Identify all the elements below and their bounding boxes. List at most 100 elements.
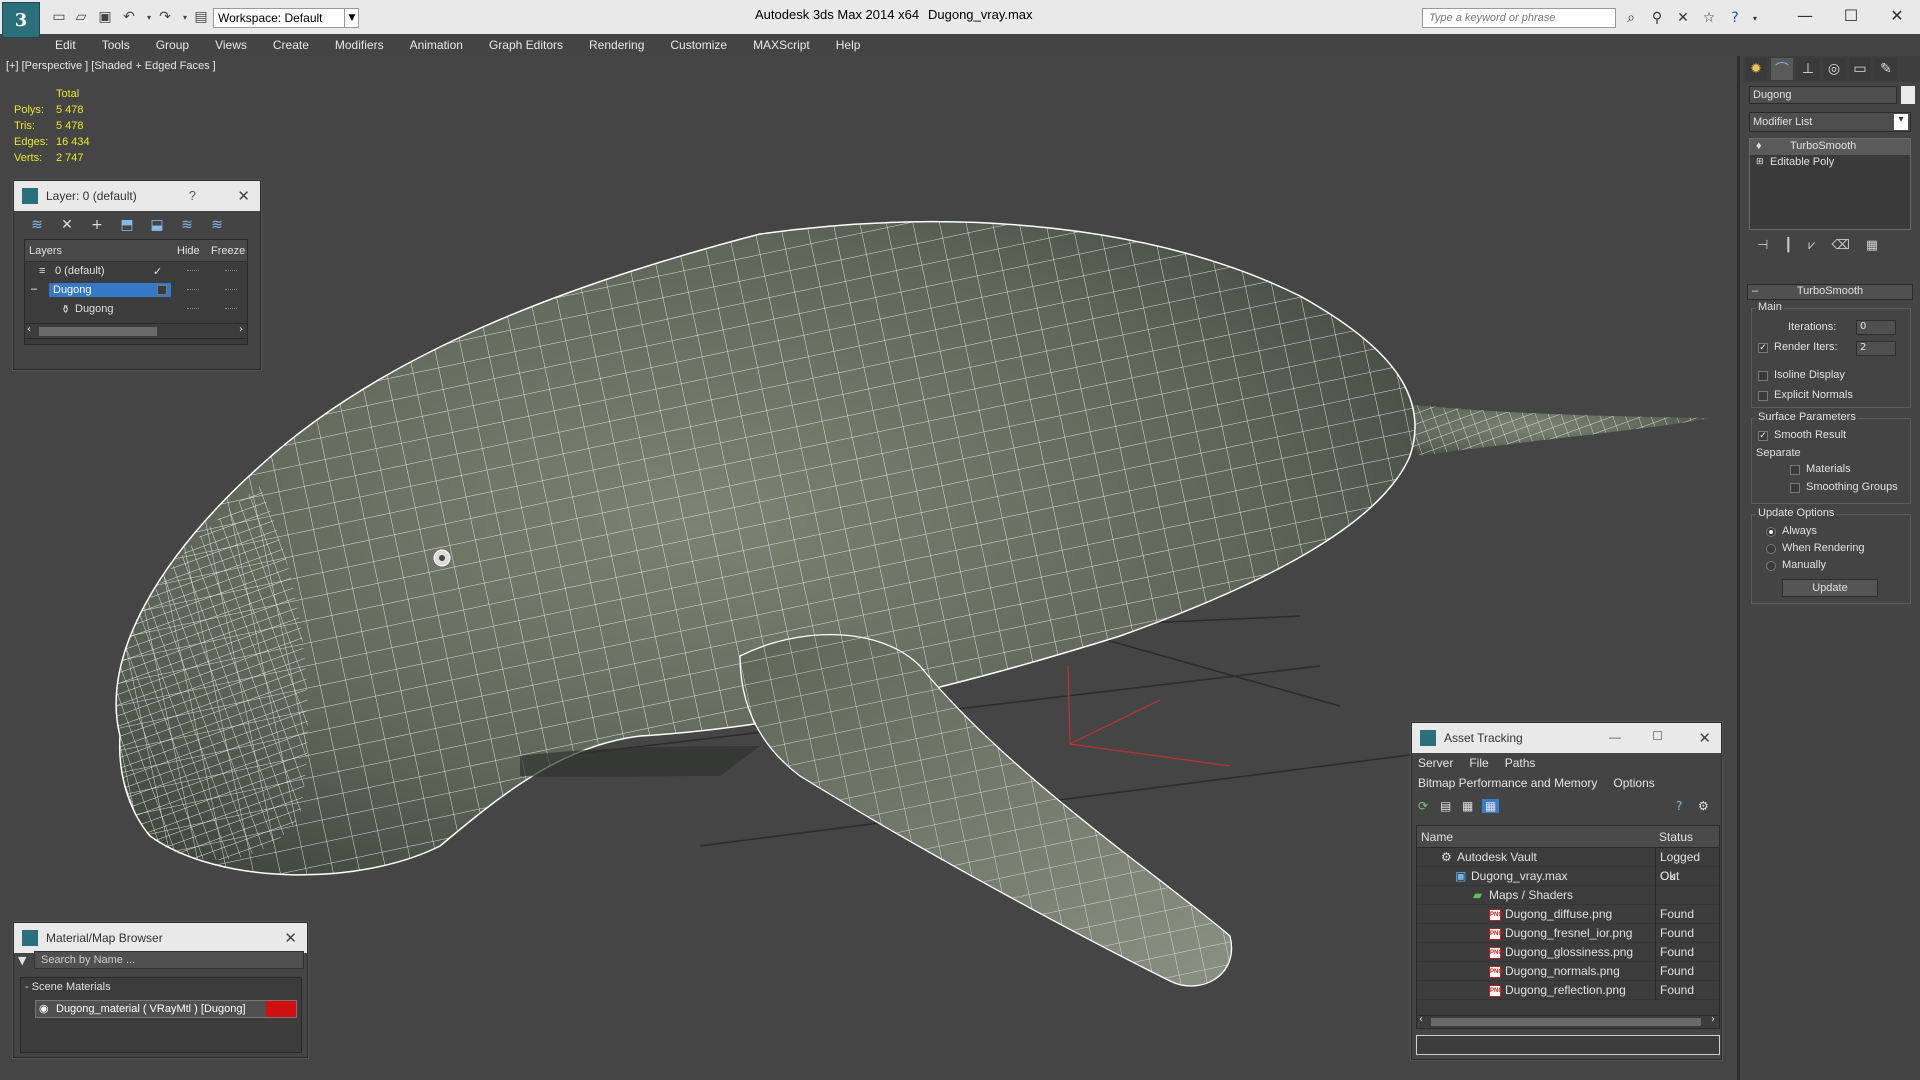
scroll-left-icon[interactable]: ‹ <box>1419 1014 1423 1025</box>
column-name[interactable]: Name <box>1421 830 1453 844</box>
asset-row[interactable]: PNG Dugong_reflection.png Found <box>1417 981 1719 1000</box>
smoothing-groups-checkbox[interactable] <box>1790 483 1800 493</box>
object-name-field[interactable]: Dugong <box>1749 86 1897 104</box>
asset-row[interactable]: ▰ Maps / Shaders <box>1417 886 1719 905</box>
tree-view-icon[interactable]: ▦ <box>1462 799 1473 813</box>
hide-toggle[interactable] <box>187 270 199 271</box>
new-file-icon[interactable]: ▭ <box>50 8 68 26</box>
configure-sets-icon[interactable]: ▦ <box>1866 238 1878 260</box>
scroll-thumb[interactable] <box>1431 1018 1701 1026</box>
communication-icon[interactable]: ✕ <box>1672 8 1694 28</box>
hierarchy-tab-icon[interactable]: ⊥ <box>1797 58 1819 80</box>
help-icon[interactable]: ? <box>1724 8 1746 28</box>
hide-all-icon[interactable]: ≋ <box>206 215 228 235</box>
menu-customize[interactable]: Customize <box>657 38 740 52</box>
column-hide[interactable]: Hide <box>177 245 200 257</box>
close-icon[interactable]: ✕ <box>284 929 297 947</box>
select-objects-icon[interactable]: ⬓ <box>146 215 168 235</box>
help-icon[interactable]: ? <box>1676 799 1682 813</box>
menu-create[interactable]: Create <box>260 38 322 52</box>
turbosmooth-rollout-header[interactable]: – TurboSmooth <box>1747 284 1913 300</box>
scroll-left-icon[interactable]: ‹ <box>27 324 31 335</box>
asset-row[interactable]: PNG Dugong_fresnel_ior.png Found <box>1417 924 1719 943</box>
expand-icon[interactable]: ⊞ <box>1756 156 1764 167</box>
checkmark-icon[interactable]: ✓ <box>153 265 162 278</box>
open-file-icon[interactable]: ▱ <box>72 8 90 26</box>
when-rendering-radio[interactable] <box>1766 544 1776 554</box>
modify-tab-icon[interactable]: ⌒ <box>1771 58 1793 80</box>
asset-horizontal-scrollbar[interactable]: ‹ › <box>1416 1014 1720 1029</box>
scene-materials-header[interactable]: - Scene Materials <box>25 981 111 993</box>
highlight-layer-icon[interactable]: ≋ <box>176 215 198 235</box>
add-selection-icon[interactable]: ⬒ <box>116 215 138 235</box>
subscription-icon[interactable]: ⚲ <box>1646 8 1668 28</box>
update-button[interactable]: Update <box>1782 579 1878 597</box>
maximize-icon[interactable]: ☐ <box>1652 729 1663 743</box>
expand-icon[interactable]: – <box>31 283 37 295</box>
always-radio[interactable] <box>1766 527 1776 537</box>
material-browser-title-bar[interactable]: Material/Map Browser ✕ <box>14 923 307 953</box>
motion-tab-icon[interactable]: ◎ <box>1823 58 1845 80</box>
menu-graph-editors[interactable]: Graph Editors <box>476 38 576 52</box>
menu-paths[interactable]: Paths <box>1505 756 1536 770</box>
menu-group[interactable]: Group <box>143 38 202 52</box>
menu-maxscript[interactable]: MAXScript <box>740 38 823 52</box>
close-button[interactable]: ✕ <box>1874 2 1920 28</box>
settings-icon[interactable]: ⚙ <box>1698 799 1709 813</box>
list-view-icon[interactable]: ▤ <box>1440 799 1451 813</box>
menu-help[interactable]: Help <box>823 38 874 52</box>
show-end-result-icon[interactable]: ┃ <box>1784 238 1792 260</box>
stack-item-editable-poly[interactable]: ⊞ Editable Poly <box>1750 155 1910 171</box>
display-tab-icon[interactable]: ▭ <box>1849 58 1871 80</box>
delete-layer-icon[interactable]: ✕ <box>56 215 78 235</box>
help-icon[interactable]: ? <box>189 188 196 203</box>
materials-checkbox[interactable] <box>1790 465 1800 475</box>
material-search-input[interactable]: Search by Name ... <box>34 951 304 969</box>
layer-row[interactable]: ≡ 0 (default) ✓ <box>25 262 247 281</box>
lightbulb-icon[interactable]: ♦ <box>1756 140 1762 152</box>
undo-icon[interactable]: ↶ <box>120 8 138 26</box>
close-icon[interactable]: ✕ <box>237 187 250 205</box>
active-layer-checkbox[interactable] <box>157 285 167 295</box>
app-menu-button[interactable]: 3 <box>2 2 40 38</box>
column-status[interactable]: Status <box>1659 830 1693 844</box>
asset-row[interactable]: PNG Dugong_normals.png Found <box>1417 962 1719 981</box>
maximize-button[interactable]: ☐ <box>1828 2 1874 28</box>
redo-icon[interactable]: ↷ <box>156 8 174 26</box>
hide-toggle[interactable] <box>187 308 199 309</box>
menu-views[interactable]: Views <box>202 38 260 52</box>
freeze-toggle[interactable] <box>225 289 237 290</box>
menu-server[interactable]: Server <box>1418 756 1453 770</box>
asset-row[interactable]: ▣ Dugong_vray.max Ok <box>1417 867 1719 886</box>
minimize-button[interactable]: — <box>1782 2 1828 28</box>
table-view-icon[interactable]: ▦ <box>1482 799 1500 813</box>
horizontal-scrollbar[interactable]: ‹ › <box>24 323 248 339</box>
asset-row[interactable]: PNG Dugong_glossiness.png Found <box>1417 943 1719 962</box>
favorites-star-icon[interactable]: ☆ <box>1698 8 1720 28</box>
menu-bitmap-performance[interactable]: Bitmap Performance and Memory <box>1418 776 1597 790</box>
asset-tracking-title-bar[interactable]: Asset Tracking — ☐ ✕ <box>1412 723 1721 753</box>
binoculars-icon[interactable]: ⌕ <box>1620 8 1642 28</box>
menu-rendering[interactable]: Rendering <box>576 38 657 52</box>
minimize-icon[interactable]: — <box>1609 730 1621 744</box>
layer-properties-icon[interactable]: ≋ <box>26 215 48 235</box>
menu-options[interactable]: Options <box>1613 776 1654 790</box>
pin-stack-icon[interactable]: ⊣ <box>1757 238 1768 260</box>
layer-row[interactable]: ⚱ Dugong <box>25 300 247 319</box>
column-freeze[interactable]: Freeze <box>211 245 245 257</box>
manually-radio[interactable] <box>1766 561 1776 571</box>
create-layer-icon[interactable]: + <box>86 215 108 235</box>
chevron-down-icon[interactable]: ▼ <box>344 8 359 28</box>
column-layers[interactable]: Layers <box>29 245 62 257</box>
menu-tools[interactable]: Tools <box>89 38 143 52</box>
layer-row[interactable]: – Dugong <box>25 281 247 300</box>
utilities-tab-icon[interactable]: ✎ <box>1875 58 1897 80</box>
remove-modifier-icon[interactable]: ⌫ <box>1832 238 1850 260</box>
scroll-right-icon[interactable]: › <box>1711 1014 1715 1025</box>
hide-toggle[interactable] <box>187 289 199 290</box>
isoline-display-checkbox[interactable] <box>1758 371 1768 381</box>
project-folder-icon[interactable]: ▤ <box>192 8 210 26</box>
workspace-dropdown[interactable]: Workspace: Default <box>213 8 359 28</box>
options-menu-icon[interactable]: ▼ <box>18 954 26 967</box>
stack-item-turbosmooth[interactable]: ♦ TurboSmooth <box>1750 139 1910 155</box>
